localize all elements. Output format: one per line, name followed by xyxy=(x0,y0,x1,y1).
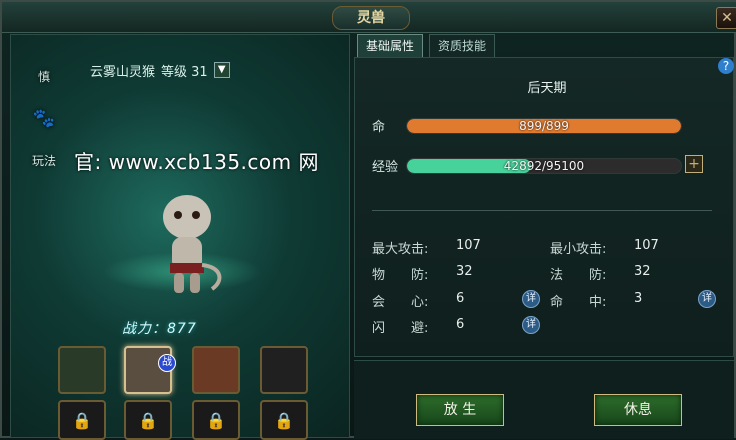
stat-phys-def: 物 防: 32 xyxy=(372,264,522,283)
tab-basic-attributes[interactable]: 基础属性 xyxy=(357,34,424,58)
side-tab-paw[interactable]: 🐾 xyxy=(26,104,62,132)
pet-slot-tree[interactable] xyxy=(58,346,106,394)
life-bar: 899/899 xyxy=(406,118,682,134)
attribute-tabs: 基础属性 资质技能 xyxy=(357,34,496,58)
stat-label: 闪 避: xyxy=(372,321,429,336)
stat-label: 命 中: xyxy=(550,295,607,310)
stat-max-attack: 最大攻击: 107 xyxy=(372,238,522,257)
stat-label: 会 心: xyxy=(372,295,429,310)
divider-line xyxy=(372,210,712,211)
pet-header: 云雾山灵猴 等级 31 ▼ xyxy=(90,60,270,80)
pet-slot-monkey[interactable]: 战 xyxy=(124,346,176,394)
pet-name: 云雾山灵猴 xyxy=(90,64,156,80)
stat-value: 107 xyxy=(634,238,659,253)
stat-hit: 命 中: 3 xyxy=(550,291,700,310)
exp-label: 经验 xyxy=(372,160,399,175)
lock-icon: 🔒 xyxy=(206,410,226,430)
release-button[interactable]: 放 生 xyxy=(416,394,504,426)
lock-icon: 🔒 xyxy=(274,410,294,430)
slot-lock[interactable]: 🔒 xyxy=(192,400,240,440)
crit-detail-icon[interactable]: 详 xyxy=(522,290,540,308)
pet-slot-empty[interactable] xyxy=(260,346,308,394)
stat-min-attack: 最小攻击: 107 xyxy=(550,238,700,257)
life-bar-text: 899/899 xyxy=(519,119,569,133)
stat-label: 物 防: xyxy=(372,268,429,283)
attribute-panel xyxy=(354,57,734,357)
monkey-pet-model xyxy=(163,195,222,293)
add-exp-button[interactable]: + xyxy=(685,155,703,173)
window-title: 灵兽 xyxy=(332,6,410,30)
stat-magic-def: 法 防: 32 xyxy=(550,264,700,283)
exp-bar-text: 42892/95100 xyxy=(503,159,585,173)
watermark-text: 官: www.xcb135.com 网 xyxy=(74,150,319,174)
stat-value: 32 xyxy=(634,264,651,279)
slot-lock[interactable]: 🔒 xyxy=(58,400,106,440)
rest-button[interactable]: 休息 xyxy=(594,394,682,426)
hit-detail-icon[interactable]: 详 xyxy=(698,290,716,308)
tab-aptitude-skills[interactable]: 资质技能 xyxy=(429,34,496,58)
slot-lock[interactable]: 🔒 xyxy=(260,400,308,440)
stat-value: 32 xyxy=(456,264,473,279)
stat-value: 3 xyxy=(634,291,643,306)
stat-dodge: 闪 避: 6 xyxy=(372,317,522,336)
stat-label: 最小攻击: xyxy=(550,242,607,257)
pet-slot-lion[interactable] xyxy=(192,346,240,394)
pet-level: 等级 31 xyxy=(161,64,208,80)
stat-value: 6 xyxy=(456,317,465,332)
stat-label: 最大攻击: xyxy=(372,242,429,257)
stat-value: 6 xyxy=(456,291,465,306)
pet-window: 灵兽 ✕ 慎 🐾 玩法 云雾山灵猴 等级 31 ▼ 官: www.xcb135.… xyxy=(0,0,736,440)
action-bar: 放 生 休息 xyxy=(354,360,734,439)
title-bar: 灵兽 ✕ xyxy=(2,2,736,33)
side-tab-1[interactable]: 慎 xyxy=(26,62,62,90)
chevron-down-icon[interactable]: ▼ xyxy=(213,62,230,78)
lock-icon: 🔒 xyxy=(138,410,158,430)
help-icon[interactable]: ? xyxy=(718,58,734,74)
slot-lock[interactable]: 🔒 xyxy=(124,400,172,440)
life-label: 命 xyxy=(372,120,386,135)
combat-power: 战力：877 xyxy=(122,321,197,337)
battle-badge: 战 xyxy=(158,354,176,372)
growth-stage: 后天期 xyxy=(527,81,567,96)
stat-crit: 会 心: 6 xyxy=(372,291,522,310)
paw-icon: 🐾 xyxy=(32,107,56,129)
stat-value: 107 xyxy=(456,238,481,253)
stat-label: 法 防: xyxy=(550,268,607,283)
side-tab-3[interactable]: 玩法 xyxy=(26,146,62,174)
lock-icon: 🔒 xyxy=(72,410,92,430)
exp-bar: 42892/95100 xyxy=(406,158,682,174)
dodge-detail-icon[interactable]: 详 xyxy=(522,316,540,334)
close-icon[interactable]: ✕ xyxy=(716,7,736,29)
